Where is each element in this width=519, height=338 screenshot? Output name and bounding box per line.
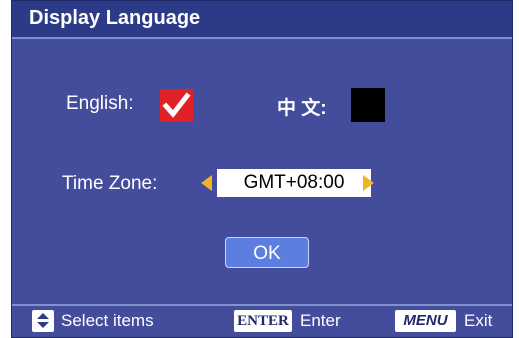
time-zone-label: Time Zone: [62, 173, 158, 194]
display-language-dialog: Display Language English: 中 文: Time Zone… [11, 0, 513, 338]
arrow-left-icon[interactable] [201, 175, 212, 191]
exit-label: Exit [464, 311, 493, 330]
english-label: English: [66, 93, 134, 114]
enter-label: Enter [300, 311, 341, 330]
title-bar: Display Language [12, 1, 512, 39]
checkmark-icon [162, 92, 191, 118]
time-zone-value[interactable]: GMT+08:00 [217, 169, 371, 197]
arrow-right-icon[interactable] [363, 175, 374, 191]
enter-key-icon: ENTER [234, 310, 292, 332]
chinese-checkbox[interactable] [351, 88, 385, 122]
ok-button[interactable]: OK [225, 237, 309, 268]
up-down-icon [32, 310, 54, 332]
select-items-label: Select items [61, 311, 154, 330]
dialog-title: Display Language [29, 7, 201, 29]
chinese-label: 中 文: [277, 98, 327, 119]
english-checkbox[interactable] [160, 89, 193, 122]
menu-key-icon: MENU [395, 310, 456, 332]
